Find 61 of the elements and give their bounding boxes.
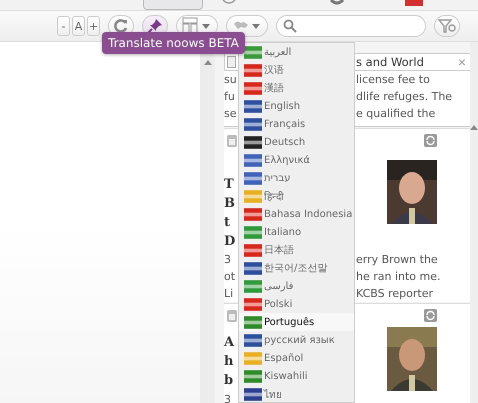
title-fragment[interactable]: B	[224, 194, 236, 213]
language-item[interactable]: English	[239, 97, 354, 115]
search-field[interactable]	[276, 15, 426, 37]
title-fragment[interactable]: D	[224, 232, 236, 251]
font-size-button[interactable]: A	[72, 16, 85, 36]
snippet-fragment: e qualified the	[356, 107, 436, 120]
snippet-fragment: ot	[224, 270, 236, 283]
snippet-fragment: 3	[224, 253, 231, 266]
font-larger-button[interactable]: +	[87, 16, 100, 36]
refresh-icon	[113, 18, 129, 34]
language-item[interactable]: 日本語	[239, 241, 354, 259]
sync-icon[interactable]	[424, 134, 437, 147]
title-fragment[interactable]: h	[224, 352, 234, 371]
snippet-fragment: se	[224, 107, 236, 120]
language-item[interactable]: Español	[239, 349, 354, 367]
feed-title: s and World	[356, 55, 424, 69]
snippet-fragment: fu	[224, 90, 235, 103]
trash-icon[interactable]	[227, 310, 237, 322]
tooltip: Translate noows BETA	[102, 32, 245, 54]
search-icon	[283, 19, 297, 33]
language-item[interactable]: Deutsch	[239, 133, 354, 151]
snippet-fragment: Li	[224, 287, 234, 300]
pin-icon	[147, 18, 163, 34]
scroll-up-icon[interactable]	[470, 124, 478, 130]
language-item[interactable]: Bahasa Indonesia	[239, 205, 354, 223]
language-item[interactable]: русский язык	[239, 331, 354, 349]
language-item[interactable]: Ελληνικά	[239, 151, 354, 169]
title-fragment[interactable]: b	[224, 371, 234, 390]
title-fragment[interactable]: A	[224, 333, 234, 352]
language-item[interactable]: Italiano	[239, 223, 354, 241]
filter-button[interactable]	[434, 15, 460, 37]
snippet-fragment: dlife refuges. The	[356, 90, 452, 103]
language-item[interactable]: עברית	[239, 169, 354, 187]
region-button[interactable]	[226, 15, 268, 37]
language-item[interactable]: 한국어/조선말	[239, 259, 354, 277]
snippet-fragment: erry Brown the	[356, 253, 438, 266]
snippet-fragment: license fee to	[356, 73, 430, 86]
close-button[interactable]: ×	[454, 55, 470, 69]
language-item[interactable]: ไทย	[239, 385, 354, 403]
language-item[interactable]: हिन्दी	[239, 187, 354, 205]
title-fragment[interactable]: T	[224, 175, 236, 194]
language-item[interactable]: 漢語	[239, 79, 354, 97]
scroll-up-icon[interactable]	[204, 59, 212, 65]
language-item[interactable]: فارسی	[239, 277, 354, 295]
language-item[interactable]: Português	[239, 313, 354, 331]
snippet-fragment: he ran into me.	[356, 270, 441, 283]
scrollbar[interactable]	[470, 42, 478, 403]
language-item[interactable]: Polski	[239, 295, 354, 313]
title-fragment[interactable]: t	[224, 213, 236, 232]
snippet-fragment: 3	[224, 393, 231, 403]
sync-icon[interactable]	[424, 309, 437, 322]
filter-icon	[438, 18, 456, 34]
font-smaller-button[interactable]: -	[57, 16, 70, 36]
trash-icon[interactable]	[227, 134, 237, 146]
language-item[interactable]: Kiswahili	[239, 367, 354, 385]
document-icon	[227, 56, 236, 68]
top-tab[interactable]	[143, 0, 203, 10]
language-item[interactable]: 汉语	[239, 61, 354, 79]
snippet-fragment: su	[224, 73, 237, 86]
snippet-fragment: KCBS reporter	[356, 287, 434, 300]
language-item[interactable]: Français	[239, 115, 354, 133]
